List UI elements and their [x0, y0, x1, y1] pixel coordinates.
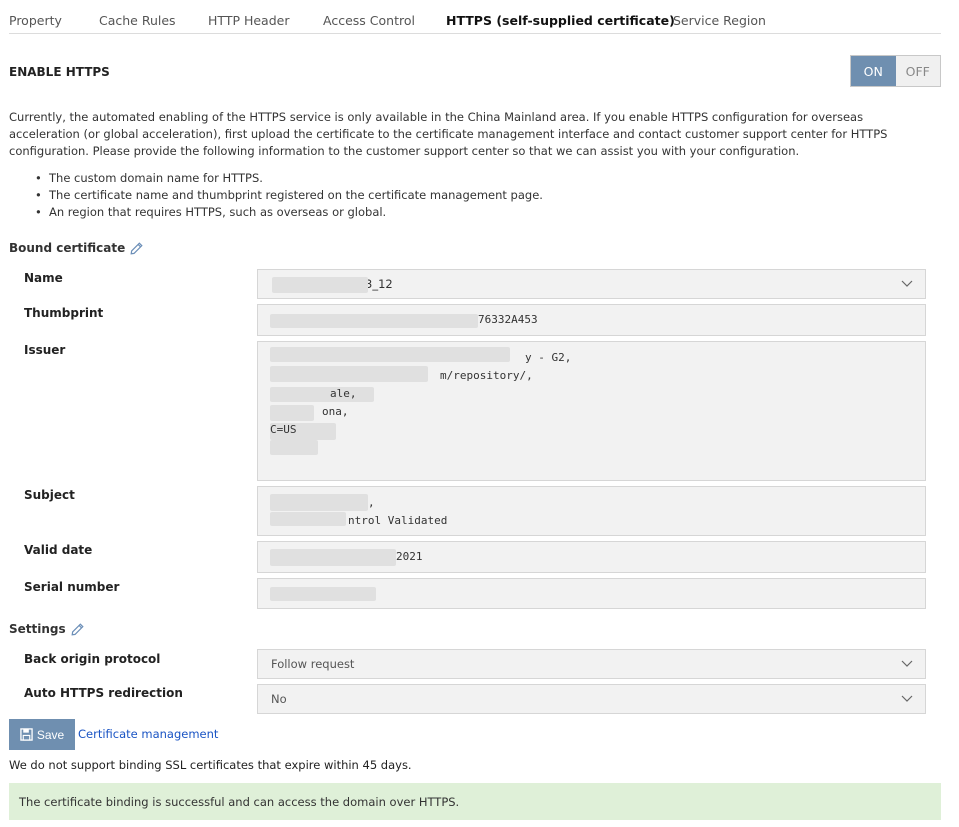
- thumbprint-label: Thumbprint: [24, 306, 104, 320]
- auto-https-redirection-select[interactable]: No: [257, 684, 926, 714]
- valid-date-value: 2021: [396, 550, 423, 563]
- thumbprint-field: 76332A453: [257, 304, 926, 336]
- issuer-field: y - G2, m/repository/, ale, ona, C=US: [257, 341, 926, 481]
- toggle-off-button[interactable]: OFF: [895, 56, 940, 86]
- back-origin-protocol-select[interactable]: Follow request: [257, 649, 926, 679]
- bound-certificate-label: Bound certificate: [9, 241, 126, 255]
- tab-service-region[interactable]: Service Region: [673, 13, 766, 28]
- redacted-block: [272, 277, 368, 293]
- serial-number-field: [257, 578, 926, 609]
- serial-number-label: Serial number: [24, 580, 120, 594]
- settings-title: Settings: [9, 622, 84, 636]
- name-label: Name: [24, 271, 63, 285]
- save-button-label: Save: [36, 727, 65, 742]
- https-toggle[interactable]: ON OFF: [850, 55, 941, 87]
- redacted-block: [270, 549, 396, 566]
- pencil-edit-icon[interactable]: [130, 241, 143, 255]
- list-item: The custom domain name for HTTPS.: [33, 170, 543, 187]
- auto-https-redirection-label: Auto HTTPS redirection: [24, 686, 183, 700]
- tab-access-control[interactable]: Access Control: [323, 13, 415, 28]
- tab-property[interactable]: Property: [9, 13, 62, 28]
- thumbprint-value: 76332A453: [478, 313, 538, 326]
- chevron-down-icon: [901, 660, 913, 667]
- back-origin-protocol-value: Follow request: [271, 657, 355, 671]
- subject-label: Subject: [24, 488, 75, 502]
- bound-certificate-title: Bound certificate: [9, 241, 143, 255]
- certificate-management-link[interactable]: Certificate management: [78, 727, 218, 741]
- back-origin-protocol-label: Back origin protocol: [24, 652, 161, 666]
- tab-cache-rules[interactable]: Cache Rules: [99, 13, 176, 28]
- save-button[interactable]: Save: [9, 719, 75, 750]
- certificate-name-value: 3_12: [365, 277, 393, 291]
- issuer-label: Issuer: [24, 343, 66, 357]
- expiry-warning-text: We do not support binding SSL certificat…: [9, 758, 412, 772]
- success-message-text: The certificate binding is successful an…: [19, 794, 460, 809]
- valid-date-field: 2021: [257, 541, 926, 573]
- requirements-list: The custom domain name for HTTPS. The ce…: [33, 170, 543, 221]
- success-message-banner: The certificate binding is successful an…: [9, 783, 941, 820]
- valid-date-label: Valid date: [24, 543, 93, 557]
- list-item: The certificate name and thumbprint regi…: [33, 187, 543, 204]
- chevron-down-icon: [901, 280, 913, 287]
- auto-https-redirection-value: No: [271, 692, 287, 706]
- pencil-edit-icon[interactable]: [71, 622, 84, 636]
- redacted-block: [270, 587, 376, 601]
- settings-label: Settings: [9, 622, 66, 636]
- redacted-block: [270, 440, 318, 455]
- tab-http-header[interactable]: HTTP Header: [208, 13, 289, 28]
- issuer-text: y - G2, m/repository/, ale, ona, C=US: [270, 351, 572, 436]
- tab-https-certificate[interactable]: HTTPS (self-supplied certificate): [446, 13, 675, 28]
- subject-field: , ntrol Validated: [257, 486, 926, 536]
- certificate-name-select[interactable]: 3_12: [257, 269, 926, 299]
- chevron-down-icon: [901, 695, 913, 702]
- subject-text: , ntrol Validated: [348, 496, 448, 527]
- tab-bar: Property Cache Rules HTTP Header Access …: [9, 0, 941, 34]
- enable-https-title: ENABLE HTTPS: [9, 65, 110, 79]
- save-icon: [20, 728, 33, 741]
- redacted-block: [270, 314, 478, 328]
- toggle-on-button[interactable]: ON: [851, 56, 896, 86]
- https-notice-text: Currently, the automated enabling of the…: [9, 110, 888, 158]
- list-item: An region that requires HTTPS, such as o…: [33, 204, 543, 221]
